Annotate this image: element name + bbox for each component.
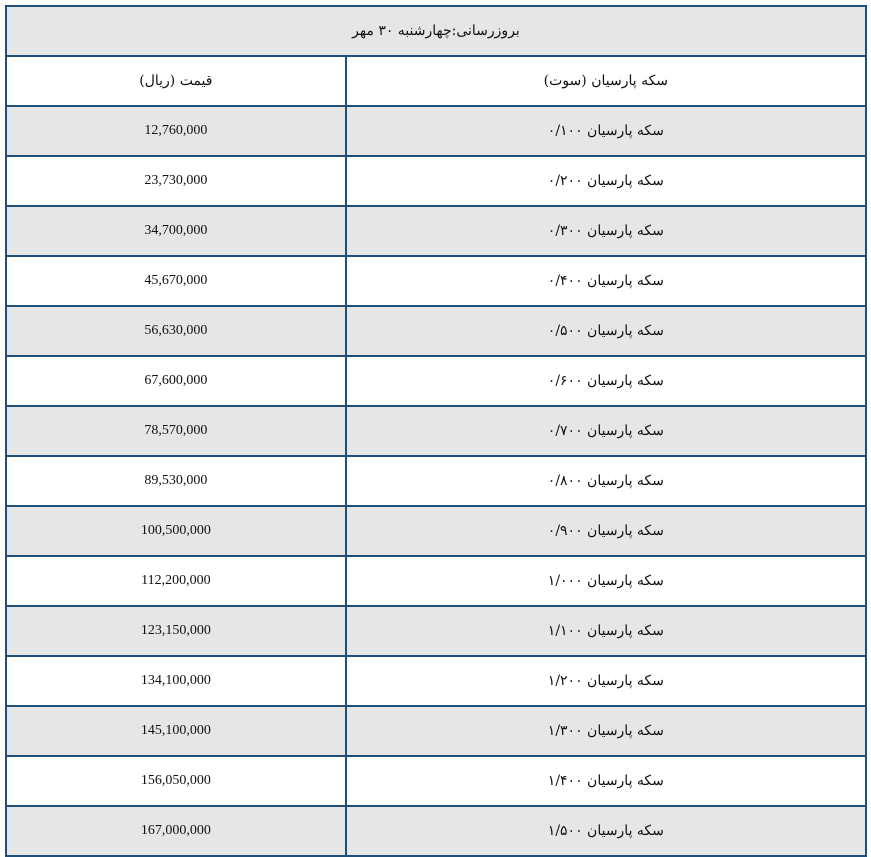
table-row: سکه پارسیان ۰/۷۰۰ 78,570,000 [5, 405, 868, 457]
table-body: سکه پارسیان ۰/۱۰۰ 12,760,000 سکه پارسیان… [5, 105, 868, 857]
table-row: سکه پارسیان ۰/۱۰۰ 12,760,000 [5, 105, 868, 157]
table-row: سکه پارسیان ۰/۴۰۰ 45,670,000 [5, 255, 868, 307]
coin-name-cell: سکه پارسیان ۰/۲۰۰ [344, 155, 868, 207]
header-coin-name: سکه پارسیان (سوت) [344, 55, 868, 107]
coin-name-cell: سکه پارسیان ۱/۰۰۰ [344, 555, 868, 607]
coin-name-cell: سکه پارسیان ۱/۳۰۰ [344, 705, 868, 757]
price-cell: 145,100,000 [5, 705, 347, 757]
table-row: سکه پارسیان ۰/۲۰۰ 23,730,000 [5, 155, 868, 207]
table-row: سکه پارسیان ۱/۲۰۰ 134,100,000 [5, 655, 868, 707]
price-cell: 100,500,000 [5, 505, 347, 557]
coin-name-cell: سکه پارسیان ۰/۳۰۰ [344, 205, 868, 257]
table-row: سکه پارسیان ۰/۸۰۰ 89,530,000 [5, 455, 868, 507]
table-header-row: سکه پارسیان (سوت) قیمت (ریال) [5, 55, 868, 107]
price-cell: 34,700,000 [5, 205, 347, 257]
coin-name-cell: سکه پارسیان ۰/۴۰۰ [344, 255, 868, 307]
price-cell: 156,050,000 [5, 755, 347, 807]
header-price: قیمت (ریال) [5, 55, 347, 107]
price-cell: 67,600,000 [5, 355, 347, 407]
coin-name-cell: سکه پارسیان ۱/۲۰۰ [344, 655, 868, 707]
price-cell: 112,200,000 [5, 555, 347, 607]
price-table-container: بروزرسانی:چهارشنبه ۳۰ مهر سکه پارسیان (س… [5, 5, 868, 857]
table-row: سکه پارسیان ۰/۵۰۰ 56,630,000 [5, 305, 868, 357]
coin-name-cell: سکه پارسیان ۰/۹۰۰ [344, 505, 868, 557]
coin-name-cell: سکه پارسیان ۰/۵۰۰ [344, 305, 868, 357]
table-row: سکه پارسیان ۱/۱۰۰ 123,150,000 [5, 605, 868, 657]
table-row: سکه پارسیان ۱/۴۰۰ 156,050,000 [5, 755, 868, 807]
table-row: سکه پارسیان ۰/۹۰۰ 100,500,000 [5, 505, 868, 557]
price-table: بروزرسانی:چهارشنبه ۳۰ مهر سکه پارسیان (س… [5, 5, 868, 857]
coin-name-cell: سکه پارسیان ۰/۷۰۰ [344, 405, 868, 457]
price-cell: 134,100,000 [5, 655, 347, 707]
table-row: سکه پارسیان ۱/۳۰۰ 145,100,000 [5, 705, 868, 757]
table-row: سکه پارسیان ۰/۳۰۰ 34,700,000 [5, 205, 868, 257]
price-cell: 56,630,000 [5, 305, 347, 357]
price-cell: 123,150,000 [5, 605, 347, 657]
coin-name-cell: سکه پارسیان ۱/۵۰۰ [344, 805, 868, 857]
update-title: بروزرسانی:چهارشنبه ۳۰ مهر [5, 5, 867, 57]
table-row: سکه پارسیان ۱/۵۰۰ 167,000,000 [5, 805, 868, 857]
price-cell: 23,730,000 [5, 155, 347, 207]
coin-name-cell: سکه پارسیان ۱/۱۰۰ [344, 605, 868, 657]
coin-name-cell: سکه پارسیان ۰/۶۰۰ [344, 355, 868, 407]
table-row: سکه پارسیان ۰/۶۰۰ 67,600,000 [5, 355, 868, 407]
table-title-row: بروزرسانی:چهارشنبه ۳۰ مهر [5, 5, 867, 57]
table-row: سکه پارسیان ۱/۰۰۰ 112,200,000 [5, 555, 868, 607]
price-cell: 167,000,000 [5, 805, 347, 857]
price-cell: 78,570,000 [5, 405, 347, 457]
price-cell: 45,670,000 [5, 255, 347, 307]
price-cell: 12,760,000 [5, 105, 347, 157]
coin-name-cell: سکه پارسیان ۰/۱۰۰ [344, 105, 868, 157]
coin-name-cell: سکه پارسیان ۱/۴۰۰ [344, 755, 868, 807]
price-cell: 89,530,000 [5, 455, 347, 507]
coin-name-cell: سکه پارسیان ۰/۸۰۰ [344, 455, 868, 507]
